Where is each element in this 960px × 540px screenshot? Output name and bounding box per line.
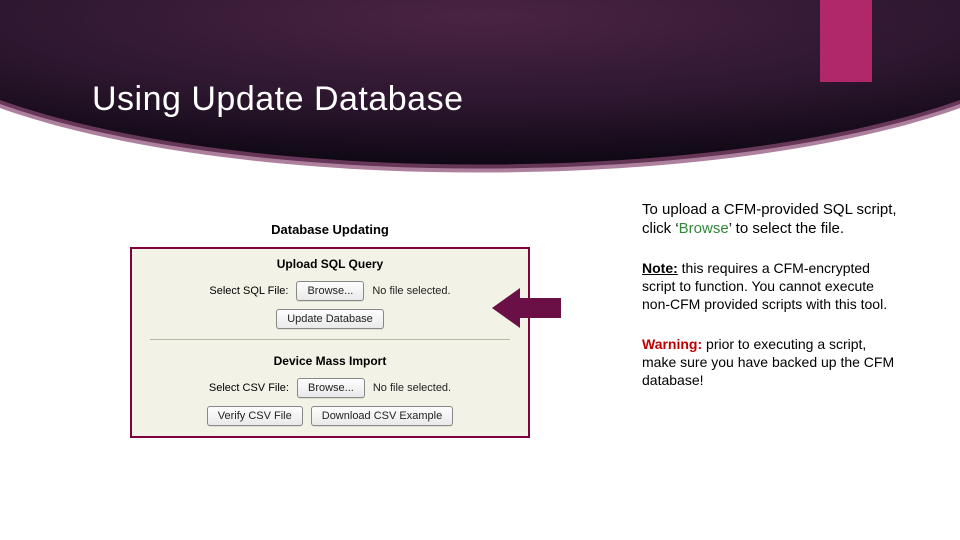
database-updating-panel: Database Updating Upload SQL Query Selec… bbox=[130, 222, 530, 438]
select-sql-label: Select SQL File: bbox=[209, 285, 288, 297]
csv-actions-row: Verify CSV File Download CSV Example bbox=[132, 402, 528, 436]
pointer-arrow-icon bbox=[492, 288, 561, 328]
browse-sql-button[interactable]: Browse... bbox=[296, 281, 364, 301]
mass-import-section-header: Device Mass Import bbox=[132, 346, 528, 374]
sql-file-status: No file selected. bbox=[372, 285, 450, 297]
upload-section-header: Upload SQL Query bbox=[132, 249, 528, 277]
browse-highlight: Browse bbox=[679, 220, 729, 237]
csv-file-status: No file selected. bbox=[373, 382, 451, 394]
p1-suffix: ’ to select the file. bbox=[729, 220, 844, 237]
instruction-text: To upload a CFM-provided SQL script, cli… bbox=[642, 200, 897, 412]
download-csv-example-button[interactable]: Download CSV Example bbox=[311, 406, 453, 426]
upload-sql-row: Select SQL File: Browse... No file selec… bbox=[132, 277, 528, 305]
update-db-row: Update Database bbox=[132, 305, 528, 333]
accent-tab bbox=[820, 0, 872, 82]
update-database-button[interactable]: Update Database bbox=[276, 309, 384, 329]
verify-csv-button[interactable]: Verify CSV File bbox=[207, 406, 303, 426]
panel-title: Database Updating bbox=[130, 222, 530, 237]
divider bbox=[150, 339, 510, 340]
select-csv-label: Select CSV File: bbox=[209, 382, 289, 394]
warning-label: Warning: bbox=[642, 336, 702, 352]
panel-body: Upload SQL Query Select SQL File: Browse… bbox=[130, 247, 530, 438]
instruction-note: Note: this requires a CFM-encrypted scri… bbox=[642, 260, 897, 314]
mass-import-row: Select CSV File: Browse... No file selec… bbox=[132, 374, 528, 402]
note-label: Note: bbox=[642, 260, 678, 276]
instruction-warning: Warning: prior to executing a script, ma… bbox=[642, 336, 897, 390]
browse-csv-button[interactable]: Browse... bbox=[297, 378, 365, 398]
note-body: this requires a CFM-encrypted script to … bbox=[642, 260, 887, 312]
instruction-paragraph-1: To upload a CFM-provided SQL script, cli… bbox=[642, 200, 897, 238]
page-title: Using Update Database bbox=[92, 80, 464, 119]
